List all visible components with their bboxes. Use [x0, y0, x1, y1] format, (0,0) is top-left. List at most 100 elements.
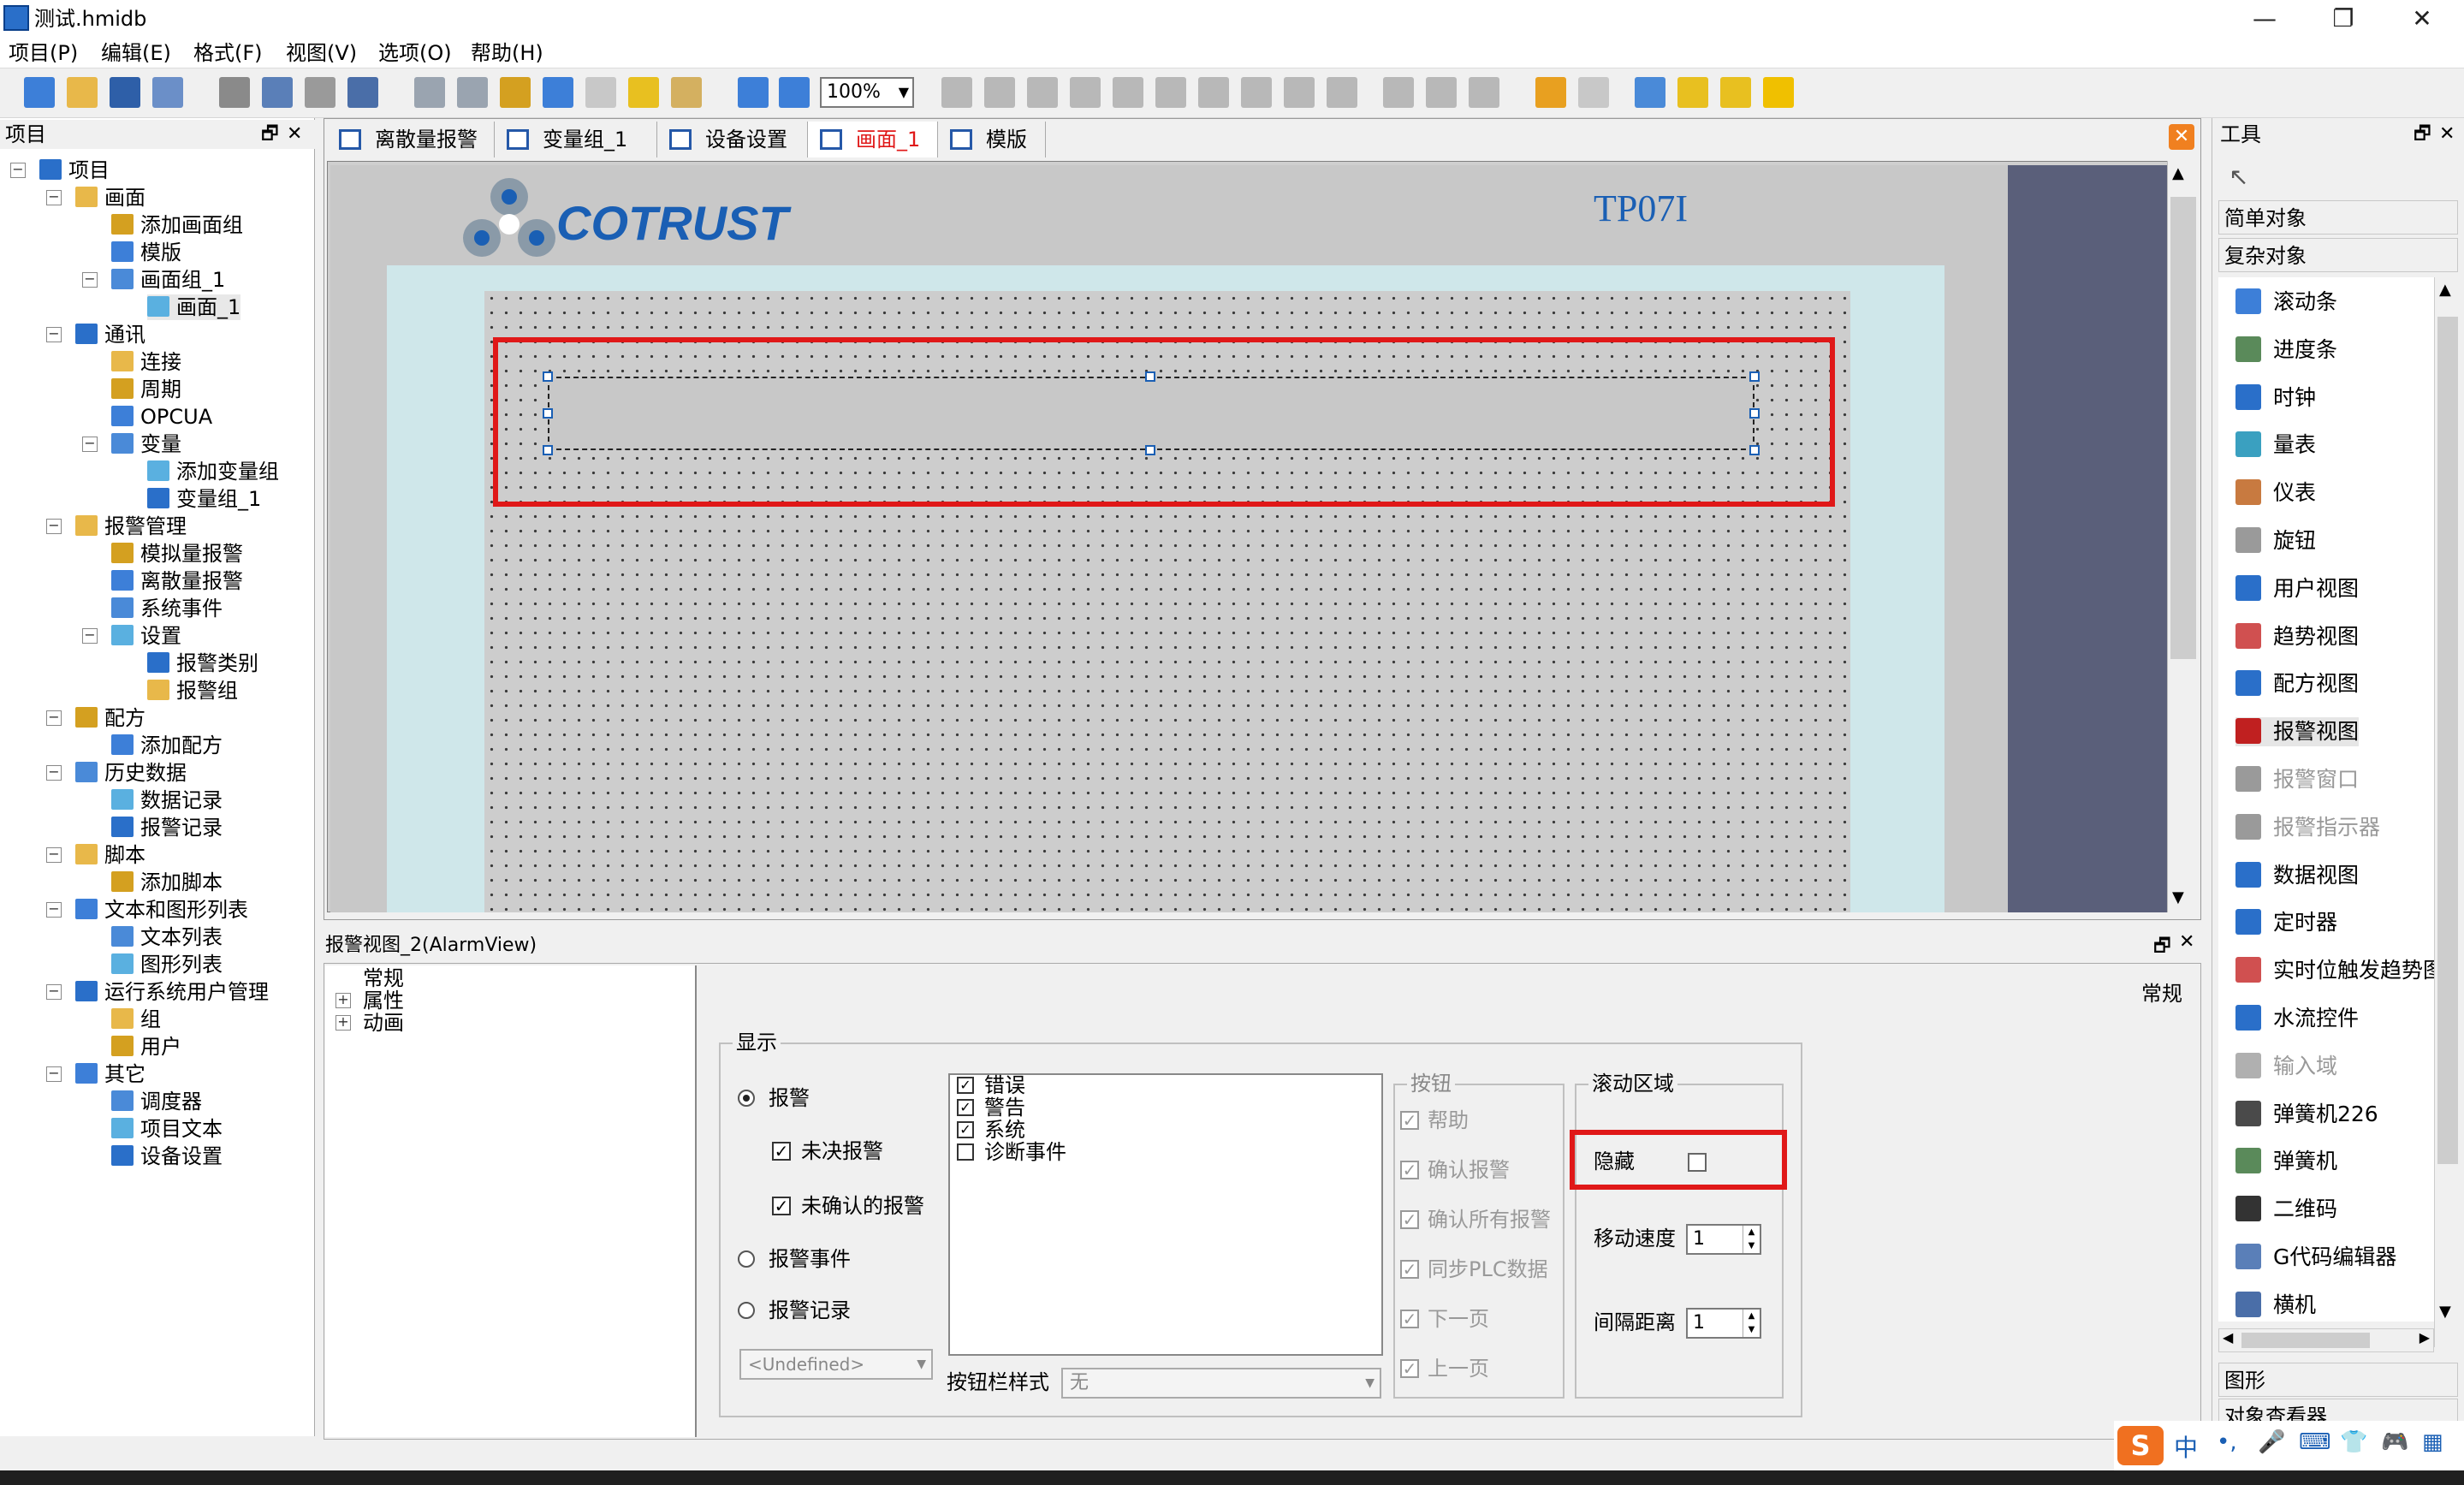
zoom-in-icon[interactable]: [738, 77, 769, 108]
scroll-right-icon[interactable]: ▶: [2419, 1329, 2430, 1345]
scroll-up-icon[interactable]: ▲: [2172, 164, 2184, 182]
scroll-thumb[interactable]: [2170, 197, 2196, 659]
redo-icon[interactable]: [457, 77, 488, 108]
tree-item[interactable]: 报警类别: [147, 650, 258, 676]
tab-2[interactable]: 变量组_1: [495, 122, 657, 157]
close-tab-icon[interactable]: ✕: [2169, 124, 2194, 150]
tree-item[interactable]: 离散量报警: [111, 568, 243, 594]
tree-item[interactable]: 模拟量报警: [111, 541, 243, 567]
align-bottom-icon[interactable]: [1155, 77, 1186, 108]
tree-item[interactable]: 脚本: [75, 842, 145, 868]
collapse-icon[interactable]: −: [46, 902, 62, 918]
collapse-icon[interactable]: −: [46, 1066, 62, 1082]
tree-item[interactable]: 画面_1: [147, 294, 241, 320]
align-center-icon[interactable]: [984, 77, 1015, 108]
tab-5[interactable]: 模版: [938, 122, 1046, 157]
transfer-icon[interactable]: [305, 77, 335, 108]
ungroup-icon[interactable]: [1469, 77, 1499, 108]
pin-icon[interactable]: 🗗: [261, 120, 279, 149]
cut-icon[interactable]: [500, 77, 531, 108]
toolbox-icon[interactable]: ▦: [2422, 1429, 2443, 1455]
align-left-icon[interactable]: [941, 77, 972, 108]
undo-icon[interactable]: [414, 77, 445, 108]
punctuation-icon[interactable]: •,: [2217, 1429, 2237, 1455]
ime-lang[interactable]: 中: [2174, 1429, 2198, 1464]
menu-project[interactable]: 项目(P): [9, 39, 78, 67]
tool-item[interactable]: 用户视图: [2235, 574, 2359, 603]
tool-item[interactable]: 报警指示器: [2235, 813, 2380, 842]
same-width-icon[interactable]: [1198, 77, 1229, 108]
menu-help[interactable]: 帮助(H): [471, 39, 543, 67]
tree-item[interactable]: 变量组_1: [147, 486, 261, 512]
tree-item[interactable]: 连接: [111, 349, 181, 375]
menu-format[interactable]: 格式(F): [193, 39, 263, 67]
game-icon[interactable]: 🎮: [2381, 1429, 2408, 1455]
radio-event[interactable]: [738, 1250, 755, 1268]
tree-item[interactable]: 设备设置: [111, 1143, 223, 1169]
interval-input[interactable]: 1 ▲ ▼: [1686, 1308, 1761, 1339]
menu-edit[interactable]: 编辑(E): [101, 39, 171, 67]
tree-item[interactable]: 模版: [111, 240, 181, 265]
download-icon[interactable]: [347, 77, 378, 108]
tab-4[interactable]: 画面_1: [808, 122, 938, 157]
find-icon[interactable]: [671, 77, 702, 108]
checkbox-unack[interactable]: ✓: [772, 1197, 791, 1215]
tree-item[interactable]: 添加画面组: [111, 212, 243, 238]
tree-item[interactable]: 图形列表: [111, 952, 223, 977]
tool-item[interactable]: 仪表: [2235, 478, 2316, 508]
compile-icon[interactable]: [219, 77, 250, 108]
collapse-icon[interactable]: −: [82, 272, 98, 288]
tree-item[interactable]: OPCUA: [111, 404, 212, 430]
tool-item[interactable]: 进度条: [2235, 336, 2337, 365]
tree-item[interactable]: 文本列表: [111, 924, 223, 950]
radio-record[interactable]: [738, 1302, 755, 1319]
tree-item[interactable]: 画面: [75, 185, 145, 211]
lock-icon[interactable]: [1535, 77, 1566, 108]
tool-item[interactable]: 弹簧机: [2235, 1147, 2337, 1176]
class-checkbox[interactable]: [957, 1143, 974, 1161]
checkbox-unresolved[interactable]: ✓: [772, 1142, 791, 1161]
tree-item[interactable]: 文本和图形列表: [75, 897, 248, 923]
unlock-icon[interactable]: [1578, 77, 1609, 108]
tree-item[interactable]: 项目文本: [111, 1116, 223, 1142]
paste-icon[interactable]: [585, 77, 616, 108]
tree-item[interactable]: 运行系统用户管理: [75, 979, 269, 1005]
radio-alarm[interactable]: [738, 1090, 755, 1107]
tools-hscrollbar[interactable]: ◀ ▶: [2218, 1328, 2434, 1352]
save-icon[interactable]: [110, 77, 140, 108]
tool-item[interactable]: 实时位触发趋势图: [2235, 956, 2444, 985]
panel-close-icon[interactable]: ✕: [2179, 931, 2194, 953]
class-checkbox[interactable]: ✓: [957, 1099, 974, 1116]
pin-icon[interactable]: 🗗: [2414, 120, 2431, 149]
collapse-icon[interactable]: −: [46, 765, 62, 781]
tool-item[interactable]: 滚动条: [2235, 288, 2337, 317]
class-checkbox[interactable]: ✓: [957, 1077, 974, 1094]
collapse-icon[interactable]: −: [82, 437, 98, 452]
collapse-icon[interactable]: −: [10, 163, 26, 178]
expand-icon[interactable]: +: [335, 993, 351, 1008]
tree-item[interactable]: 组: [111, 1007, 161, 1032]
tree-item[interactable]: 系统事件: [111, 596, 223, 621]
align-top-icon[interactable]: [1070, 77, 1101, 108]
same-size-icon[interactable]: [1284, 77, 1315, 108]
tool-item[interactable]: 报警视图: [2235, 717, 2360, 747]
maximize-button[interactable]: ❐: [2304, 0, 2383, 38]
forward-icon[interactable]: [1720, 77, 1751, 108]
microphone-icon[interactable]: 🎤: [2258, 1429, 2285, 1455]
tool-item[interactable]: 横机: [2235, 1291, 2316, 1320]
same-height-icon[interactable]: [1241, 77, 1272, 108]
tree-item[interactable]: 其它: [75, 1061, 145, 1087]
scroll-down-icon[interactable]: ▼: [2439, 1303, 2451, 1321]
undefined-select[interactable]: <Undefined> ▼: [739, 1349, 933, 1380]
scroll-down-icon[interactable]: ▼: [2172, 888, 2184, 906]
tree-item[interactable]: 添加配方: [111, 733, 223, 758]
tool-item[interactable]: 数据视图: [2235, 861, 2359, 890]
collapse-icon[interactable]: −: [46, 847, 62, 863]
delete-icon[interactable]: [628, 77, 659, 108]
tree-item[interactable]: 添加脚本: [111, 870, 223, 895]
tool-item[interactable]: 趋势视图: [2235, 622, 2359, 651]
panel-close-icon[interactable]: ✕: [287, 120, 302, 149]
tool-item[interactable]: 定时器: [2235, 908, 2337, 937]
tree-item[interactable]: 报警组: [147, 678, 238, 704]
collapse-icon[interactable]: −: [46, 519, 62, 534]
